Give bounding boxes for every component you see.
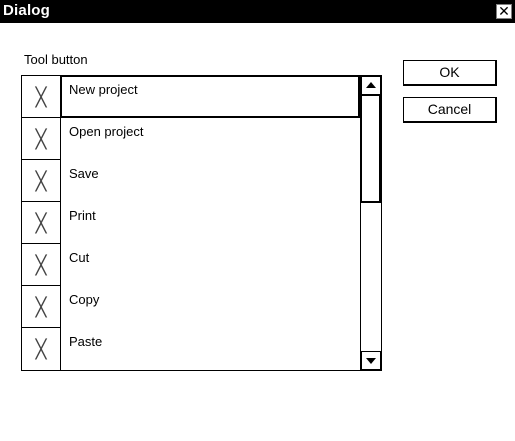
title-bar: Dialog ✕ bbox=[0, 0, 515, 23]
list-item-label: Copy bbox=[69, 292, 100, 307]
list-item-paste[interactable]: ╳ Paste bbox=[22, 328, 360, 370]
list-item-label: Open project bbox=[69, 124, 144, 139]
scroll-thumb[interactable] bbox=[361, 95, 381, 203]
checkbox-x-icon[interactable]: ╳ bbox=[22, 160, 61, 202]
vertical-scrollbar[interactable] bbox=[360, 76, 381, 370]
checkbox-x-icon[interactable]: ╳ bbox=[22, 76, 61, 118]
checkbox-x-icon[interactable]: ╳ bbox=[22, 328, 61, 370]
list-item-new-project[interactable]: ╳ New project bbox=[22, 76, 360, 118]
list-item-copy[interactable]: ╳ Copy bbox=[22, 286, 360, 328]
scroll-down-button[interactable] bbox=[361, 351, 381, 370]
list-item-cut[interactable]: ╳ Cut bbox=[22, 244, 360, 286]
checkbox-x-icon[interactable]: ╳ bbox=[22, 244, 61, 286]
scroll-up-button[interactable] bbox=[361, 76, 381, 95]
cancel-button[interactable]: Cancel bbox=[403, 97, 497, 123]
close-icon: ✕ bbox=[498, 3, 510, 19]
list-item-label: Print bbox=[69, 208, 96, 223]
tool-button-list[interactable]: ╳ New project ╳ Open project ╳ Save ╳ Pr… bbox=[21, 75, 382, 371]
tool-button-label: Tool button bbox=[24, 52, 88, 67]
list-item-open-project[interactable]: ╳ Open project bbox=[22, 118, 360, 160]
checkbox-x-icon[interactable]: ╳ bbox=[22, 202, 61, 244]
list-item-label: New project bbox=[69, 82, 138, 97]
close-button[interactable]: ✕ bbox=[496, 4, 512, 19]
list-item-print[interactable]: ╳ Print bbox=[22, 202, 360, 244]
ok-button[interactable]: OK bbox=[403, 60, 497, 86]
list-item-save[interactable]: ╳ Save bbox=[22, 160, 360, 202]
list-item-label: Save bbox=[69, 166, 99, 181]
checkbox-x-icon[interactable]: ╳ bbox=[22, 118, 61, 160]
list-item-label: Cut bbox=[69, 250, 90, 265]
window-title: Dialog bbox=[3, 2, 51, 19]
arrow-up-icon bbox=[366, 82, 376, 88]
checkbox-x-icon[interactable]: ╳ bbox=[22, 286, 61, 328]
arrow-down-icon bbox=[366, 358, 376, 364]
list-item-label: Paste bbox=[69, 334, 103, 349]
